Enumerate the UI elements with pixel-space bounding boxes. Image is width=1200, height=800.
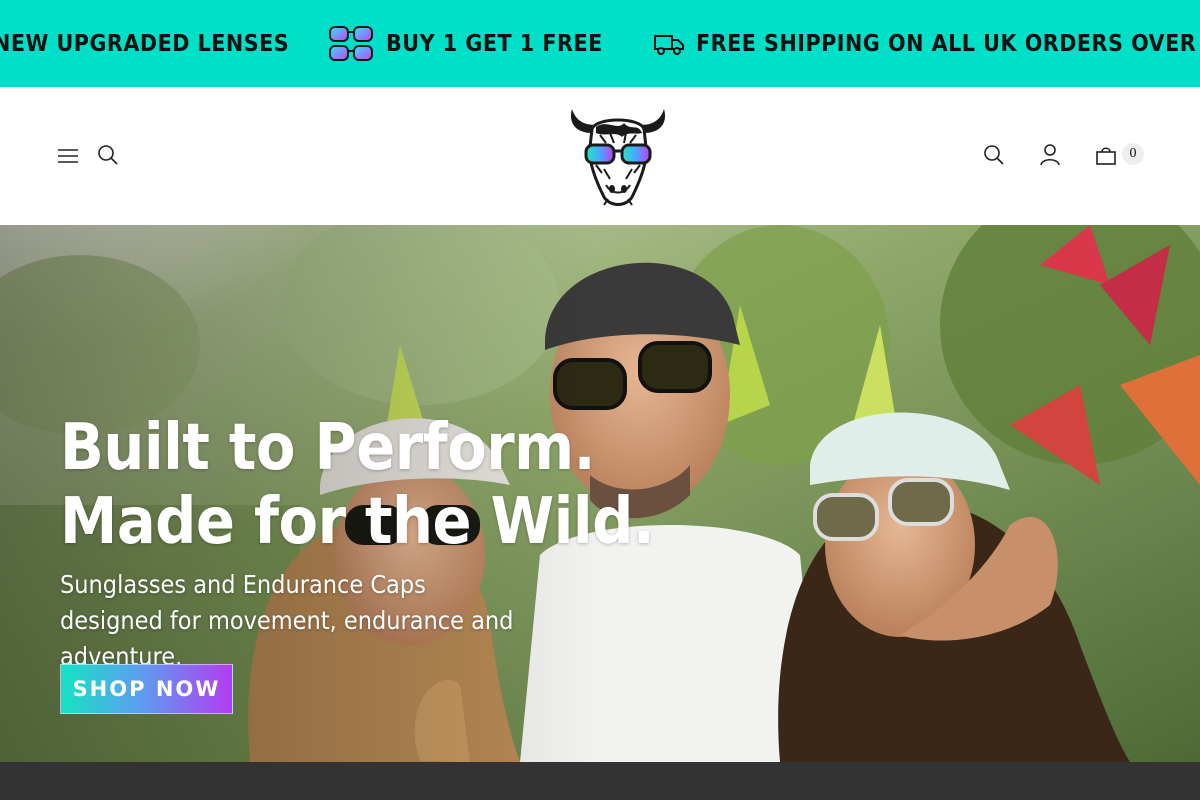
cart-icon[interactable] xyxy=(1094,143,1118,167)
announcement-item-bogo[interactable]: BUY 1 GET 1 FREE xyxy=(328,0,603,87)
account-icon[interactable] xyxy=(1038,143,1062,167)
hero-banner: Built to Perform. Made for the Wild. Sun… xyxy=(0,225,1200,762)
announcement-text: BUY 1 GET 1 FREE xyxy=(386,30,603,57)
announcement-item-lenses[interactable]: NEW UPGRADED LENSES xyxy=(0,0,289,87)
announcement-item-shipping[interactable]: FREE SHIPPING ON ALL UK ORDERS OVER £80 xyxy=(654,0,1200,87)
sunglasses-icon xyxy=(329,25,373,61)
announcement-bar: NEW UPGRADED LENSES BUY 1 GET 1 FREE FRE… xyxy=(0,0,1200,87)
section-divider-band xyxy=(0,762,1200,800)
search-icon[interactable] xyxy=(96,143,120,167)
shop-now-button[interactable]: SHOP NOW xyxy=(60,664,233,714)
site-header: 0 xyxy=(0,87,1200,225)
announcement-text: FREE SHIPPING ON ALL UK ORDERS OVER £80 xyxy=(696,30,1200,57)
hero-title-line-1: Built to Perform. xyxy=(60,411,596,485)
highland-cow-logo[interactable] xyxy=(566,103,670,209)
hero-subtitle: Sunglasses and Endurance Caps designed f… xyxy=(60,570,514,671)
menu-icon[interactable] xyxy=(56,145,80,167)
hero-title: Built to Perform. Made for the Wild. xyxy=(60,411,655,559)
cart-count-badge[interactable]: 0 xyxy=(1122,143,1144,165)
truck-icon xyxy=(654,34,684,55)
hero-title-line-2: Made for the Wild. xyxy=(60,485,655,559)
search-icon-right[interactable] xyxy=(982,143,1006,167)
announcement-text: NEW UPGRADED LENSES xyxy=(0,30,290,57)
